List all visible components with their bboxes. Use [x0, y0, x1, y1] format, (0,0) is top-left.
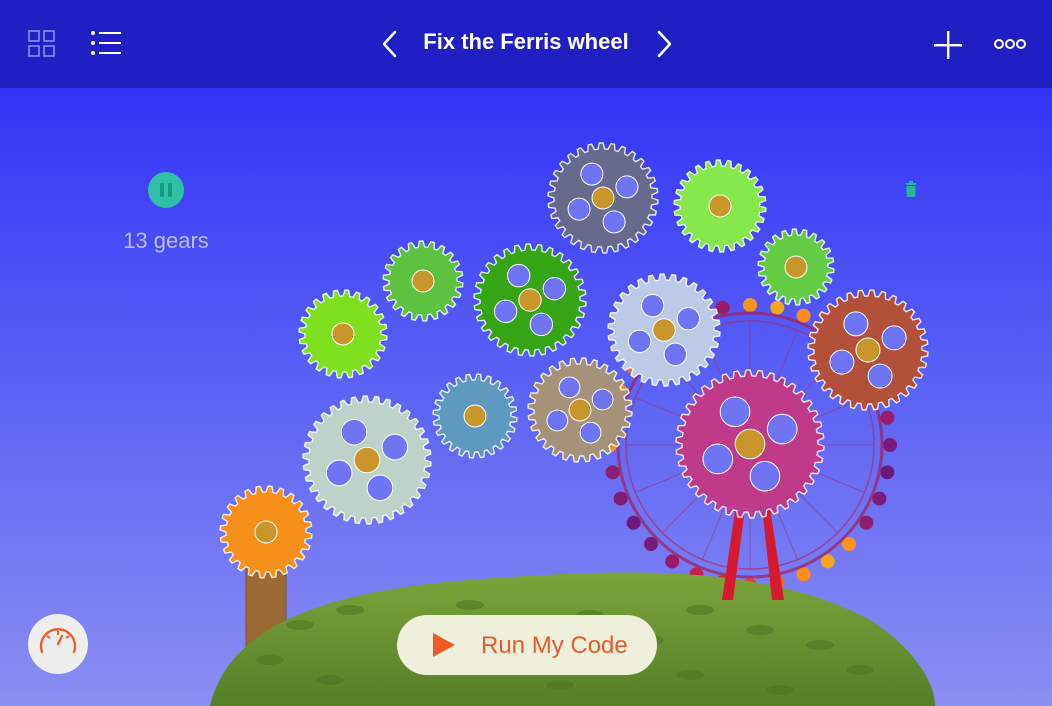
gear-magenta: [675, 369, 825, 519]
hill-spot: [686, 605, 714, 615]
gear-hole: [546, 409, 569, 432]
gear-hole: [542, 276, 567, 301]
gear-hub: [708, 194, 732, 218]
run-button-label: Run My Code: [481, 632, 628, 659]
gear-hole: [829, 349, 855, 375]
ferris-car: [796, 567, 811, 582]
gear-green-right: [757, 228, 835, 306]
gear-lime-left: [298, 289, 388, 379]
gear-slate: [547, 142, 659, 254]
plus-icon[interactable]: [933, 30, 963, 60]
app-window: Fix the Ferris wheel 13 gears Run My Cod…: [0, 0, 1052, 706]
ferris-car: [605, 465, 620, 480]
gear-hole: [867, 363, 893, 389]
page-title: Fix the Ferris wheel: [423, 29, 629, 54]
gear-pale-sage: [302, 395, 432, 525]
gear-hole: [529, 312, 554, 337]
gear-rust: [807, 289, 929, 411]
ferris-car: [796, 308, 811, 323]
hill-spot: [286, 620, 314, 630]
gear-hole: [766, 413, 798, 445]
gear-hub: [855, 337, 881, 363]
gear-hole: [558, 376, 581, 399]
gear-hole: [640, 293, 665, 318]
gear-green-dark: [473, 243, 587, 357]
gear-hub: [734, 428, 766, 460]
play-icon: [433, 633, 455, 657]
run-my-code-button[interactable]: Run My Code: [397, 615, 657, 675]
gear-hub: [518, 288, 542, 312]
hill-spot: [546, 680, 574, 690]
gear-hole: [627, 329, 652, 354]
speed-button[interactable]: [28, 614, 88, 674]
gear-light-green: [673, 159, 767, 253]
gear-hole: [702, 443, 734, 475]
playground-scene: 13 gears Run My Code: [0, 88, 1052, 706]
ferris-car: [872, 491, 887, 506]
gear-hole: [663, 342, 688, 367]
gear-hub: [591, 186, 615, 210]
gear-hole: [843, 311, 869, 337]
gear-teal: [432, 373, 518, 459]
gear-hub: [652, 318, 676, 342]
hill-spot: [256, 655, 284, 665]
gear-hub: [254, 520, 278, 544]
gear-hole: [366, 474, 394, 502]
gear-hole: [615, 175, 639, 199]
gear-hole: [602, 210, 626, 234]
gear-hub: [331, 322, 355, 346]
gear-hole: [881, 325, 907, 351]
ferris-car: [770, 300, 785, 315]
hill-spot: [316, 675, 344, 685]
gear-hub: [411, 269, 435, 293]
pause-button[interactable]: [148, 172, 184, 208]
gear-hole: [506, 263, 531, 288]
hill-spot: [746, 625, 774, 635]
gear-hub: [353, 446, 381, 474]
gear-layer: [219, 142, 929, 579]
gear-hole: [381, 433, 409, 461]
gear-orange: [219, 485, 313, 579]
gear-hub: [463, 404, 487, 428]
gear-hole: [340, 418, 368, 446]
gear-hole: [567, 197, 591, 221]
speedometer-icon: [39, 628, 77, 654]
gear-count-label: 13 gears: [123, 228, 209, 253]
gear-hole: [591, 388, 614, 411]
hill-spot: [846, 665, 874, 675]
hill-spot: [456, 600, 484, 610]
gear-hole: [325, 459, 353, 487]
gear-tan: [527, 357, 633, 463]
top-toolbar: Fix the Ferris wheel: [0, 0, 1052, 88]
ferris-car: [613, 491, 628, 506]
pause-icon: [160, 183, 164, 197]
gear-hub: [784, 255, 808, 279]
gear-hub: [568, 398, 592, 422]
gear-hole: [676, 306, 701, 331]
chevron-right-icon[interactable]: [654, 30, 674, 58]
gear-hole: [493, 299, 518, 324]
ferris-car: [880, 465, 895, 480]
trash-icon[interactable]: [904, 181, 918, 199]
gear-periwinkle: [607, 273, 721, 387]
gear-hole: [719, 396, 751, 428]
ferris-car: [743, 298, 757, 312]
ferris-car: [880, 410, 895, 425]
hill-spot: [806, 640, 834, 650]
gear-hole: [580, 162, 604, 186]
ferris-car: [883, 438, 897, 452]
gear-hole: [579, 421, 602, 444]
hill-spot: [766, 685, 794, 695]
gear-green-small: [382, 240, 464, 322]
hill-spot: [676, 670, 704, 680]
gear-hole: [749, 460, 781, 492]
hill-spot: [336, 605, 364, 615]
more-icon[interactable]: [994, 37, 1028, 51]
